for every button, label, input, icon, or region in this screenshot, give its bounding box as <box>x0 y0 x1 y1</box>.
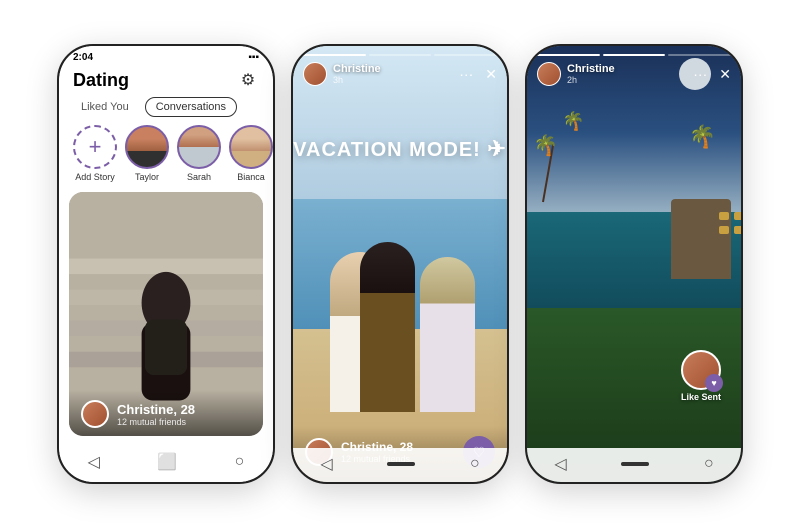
profile-card[interactable]: Christine, 28 12 mutual friends <box>69 192 263 436</box>
nav-home-icon[interactable]: ⬜ <box>157 452 177 472</box>
nav-back-right[interactable]: ◁ <box>554 454 566 474</box>
dating-header: Dating ⚙ <box>59 65 273 97</box>
stories-row: + Add Story Taylor Sarah Bianca <box>59 125 273 192</box>
person-center <box>360 242 415 412</box>
profile-name: Christine, 28 <box>117 402 195 417</box>
vacation-text: VACATION MODE! ✈ <box>293 136 507 162</box>
person-right <box>420 257 475 412</box>
profile-mini-avatar <box>81 400 109 428</box>
story-user-details-right: Christine 2h <box>567 63 615 85</box>
story-header-center: Christine 3h ··· ✕ <box>293 46 507 90</box>
nav-recent-right[interactable]: ○ <box>704 455 714 473</box>
tabs-row: Liked You Conversations <box>59 97 273 125</box>
plane-icon: ✈ <box>487 136 506 161</box>
like-sent-avatar: ♥ <box>681 350 721 390</box>
story-right: 🌴 🌴 🌴 <box>527 46 741 482</box>
like-sent-heart-icon: ♥ <box>705 374 723 392</box>
progress-bar-3 <box>434 54 497 56</box>
progress-bar-r1 <box>537 54 600 56</box>
story-bianca[interactable]: Bianca <box>229 125 273 182</box>
nav-back-icon[interactable]: ◁ <box>88 452 100 472</box>
progress-bar-r3 <box>668 54 731 56</box>
profile-sub: 12 mutual friends <box>117 417 195 427</box>
story-username: Christine <box>333 63 381 75</box>
palm-fronds-3: 🌴 <box>562 111 584 132</box>
nav-bar-left: ◁ ⬜ ○ <box>59 446 273 482</box>
battery-icon: ▪▪▪ <box>248 52 259 63</box>
progress-fill-r1 <box>537 54 600 56</box>
story-add-label: Add Story <box>75 172 115 182</box>
tab-conversations[interactable]: Conversations <box>145 97 237 117</box>
building-windows <box>719 212 729 220</box>
nav-recent-center[interactable]: ○ <box>470 455 480 473</box>
like-sent-label: Like Sent <box>681 392 721 402</box>
progress-bars <box>303 54 497 56</box>
palm-fronds-1: 🌴 <box>533 133 558 158</box>
story-label-sarah: Sarah <box>187 172 211 182</box>
story-right-screen: 🌴 🌴 🌴 <box>527 46 741 482</box>
dating-app-screen: 2:04 ▪▪▪ Dating ⚙ Liked You Conversation… <box>59 46 273 482</box>
phone-center: Christine 3h ··· ✕ VACATION MODE! ✈ <box>291 44 509 484</box>
story-center: Christine 3h ··· ✕ VACATION MODE! ✈ <box>293 46 507 482</box>
progress-bars-right <box>537 54 731 56</box>
story-avatar-sarah[interactable] <box>177 125 221 169</box>
story-more-icon-right[interactable]: ··· <box>693 66 707 82</box>
progress-bar-2 <box>369 54 432 56</box>
gear-icon[interactable]: ⚙ <box>237 69 259 91</box>
story-user-details: Christine 3h <box>333 63 381 85</box>
status-time: 2:04 <box>73 52 93 63</box>
phone-left: 2:04 ▪▪▪ Dating ⚙ Liked You Conversation… <box>57 44 275 484</box>
story-user-row-right: Christine 2h ··· ✕ <box>537 62 731 86</box>
story-label-taylor: Taylor <box>135 172 159 182</box>
dating-title: Dating <box>73 70 129 91</box>
nav-home-center[interactable] <box>387 462 415 466</box>
story-label-bianca: Bianca <box>237 172 265 182</box>
palm-fronds-2: 🌴 <box>689 124 716 150</box>
story-more-icon[interactable]: ··· <box>459 66 473 82</box>
profile-text: Christine, 28 12 mutual friends <box>117 402 195 427</box>
building <box>671 199 731 279</box>
vacation-label: VACATION MODE! <box>293 139 481 161</box>
story-avatar-bianca[interactable] <box>229 125 273 169</box>
story-time-right: 2h <box>567 75 615 85</box>
progress-fill-r2 <box>603 54 666 56</box>
story-close-icon-right[interactable]: ✕ <box>719 66 731 83</box>
progress-fill-1 <box>303 54 366 56</box>
beach-background <box>293 46 507 482</box>
story-add[interactable]: + Add Story <box>73 125 117 182</box>
profile-info-overlay: Christine, 28 12 mutual friends <box>69 390 263 436</box>
story-username-right: Christine <box>567 63 615 75</box>
story-sarah[interactable]: Sarah <box>177 125 221 182</box>
add-icon: + <box>75 127 115 167</box>
resort-background: 🌴 🌴 🌴 <box>527 46 741 482</box>
story-user-avatar-right <box>537 62 561 86</box>
story-user-avatar <box>303 62 327 86</box>
story-header-right: Christine 2h ··· ✕ <box>527 46 741 90</box>
progress-bar-r2 <box>603 54 666 56</box>
status-bar-left: 2:04 ▪▪▪ <box>59 46 273 65</box>
nav-back-center[interactable]: ◁ <box>320 454 332 474</box>
story-close-icon[interactable]: ✕ <box>485 66 497 83</box>
nav-recent-icon[interactable]: ○ <box>235 453 245 471</box>
nav-bar-right: ◁ ○ <box>527 448 741 482</box>
progress-bar-1 <box>303 54 366 56</box>
story-user-row: Christine 3h ··· ✕ <box>303 62 497 86</box>
nav-bar-center: ◁ ○ <box>293 448 507 482</box>
story-time: 3h <box>333 75 381 85</box>
story-add-avatar[interactable]: + <box>73 125 117 169</box>
like-sent-overlay: ♥ Like Sent <box>681 350 721 402</box>
story-taylor[interactable]: Taylor <box>125 125 169 182</box>
status-icons: ▪▪▪ <box>248 52 259 63</box>
story-center-screen: Christine 3h ··· ✕ VACATION MODE! ✈ <box>293 46 507 482</box>
phone-right: 🌴 🌴 🌴 <box>525 44 743 484</box>
nav-home-right[interactable] <box>621 462 649 466</box>
tab-liked-you[interactable]: Liked You <box>73 98 137 116</box>
beach-people <box>320 232 480 412</box>
story-avatar-taylor[interactable] <box>125 125 169 169</box>
